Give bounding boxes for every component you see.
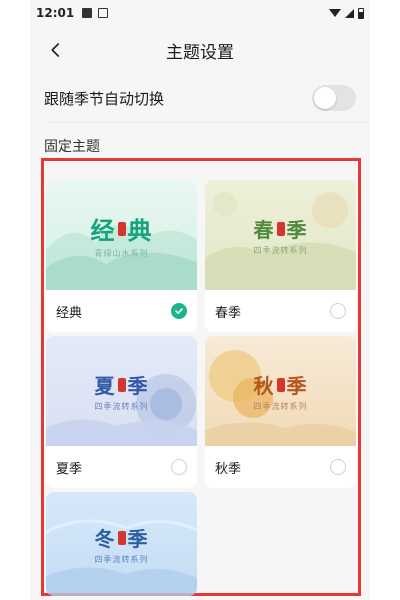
auto-switch-label: 跟随季节自动切换: [44, 89, 165, 108]
app-notification-icon: [98, 8, 109, 18]
seal-icon: [276, 221, 285, 236]
thumb-title-char-2: 季: [127, 374, 149, 398]
header: 主题设置: [30, 30, 370, 70]
thumb-title-char-2: 季: [286, 374, 308, 398]
toggle-knob: [314, 87, 336, 109]
theme-card-winter[interactable]: 冬季 四季流转系列: [46, 492, 197, 596]
thumb-title-char-1: 秋: [253, 374, 275, 398]
auto-switch-row: 跟随季节自动切换: [30, 76, 370, 120]
wifi-icon: [329, 9, 341, 17]
thumb-title-char-1: 春: [253, 218, 275, 242]
thumb-title: 经典: [91, 211, 153, 246]
battery-icon: [358, 7, 364, 19]
theme-thumbnail: 夏季 四季流转系列: [46, 336, 197, 446]
gallery-notification-icon: [82, 8, 93, 18]
signal-icon: [345, 8, 354, 18]
page-title: 主题设置: [166, 42, 234, 63]
thumb-subtitle: 四季流转系列: [94, 555, 149, 564]
thumb-title-char-1: 夏: [94, 374, 116, 398]
thumb-title-char-2: 季: [127, 527, 149, 551]
auto-switch-toggle[interactable]: [312, 85, 356, 111]
thumb-subtitle: 青绿山水系列: [94, 249, 149, 258]
thumb-subtitle: 四季流转系列: [253, 402, 308, 411]
section-label: 固定主题: [44, 139, 100, 155]
status-indicators: [329, 7, 364, 19]
thumb-title-char-1: 冬: [94, 527, 116, 551]
theme-thumbnail: 春季 四季流转系列: [205, 180, 356, 290]
status-bar: 12:01: [30, 0, 370, 26]
theme-thumbnail: 秋季 四季流转系列: [205, 336, 356, 446]
thumb-title-char-1: 经: [90, 216, 116, 245]
thumb-title-char-2: 季: [286, 218, 308, 242]
back-arrow-icon[interactable]: [44, 38, 68, 62]
thumb-title: 夏季: [95, 370, 149, 399]
theme-thumbnail: 经典 青绿山水系列: [46, 180, 197, 290]
thumb-title-char-2: 典: [127, 216, 153, 245]
seal-icon: [276, 377, 285, 392]
thumb-title: 春季: [254, 214, 308, 243]
seal-icon: [117, 530, 126, 545]
status-time: 12:01: [36, 6, 75, 20]
thumb-subtitle: 四季流转系列: [94, 402, 149, 411]
seal-icon: [117, 221, 126, 236]
seal-icon: [117, 377, 126, 392]
theme-thumbnail: 冬季 四季流转系列: [46, 492, 197, 596]
thumb-title: 秋季: [254, 370, 308, 399]
thumb-subtitle: 四季流转系列: [253, 246, 308, 255]
thumb-title: 冬季: [95, 523, 149, 552]
divider: [44, 122, 370, 123]
phone-screen: 12:01 主题设置 跟随季节自动切换 固定主题 经 典 青绿山水系列 经典 春…: [30, 0, 370, 600]
